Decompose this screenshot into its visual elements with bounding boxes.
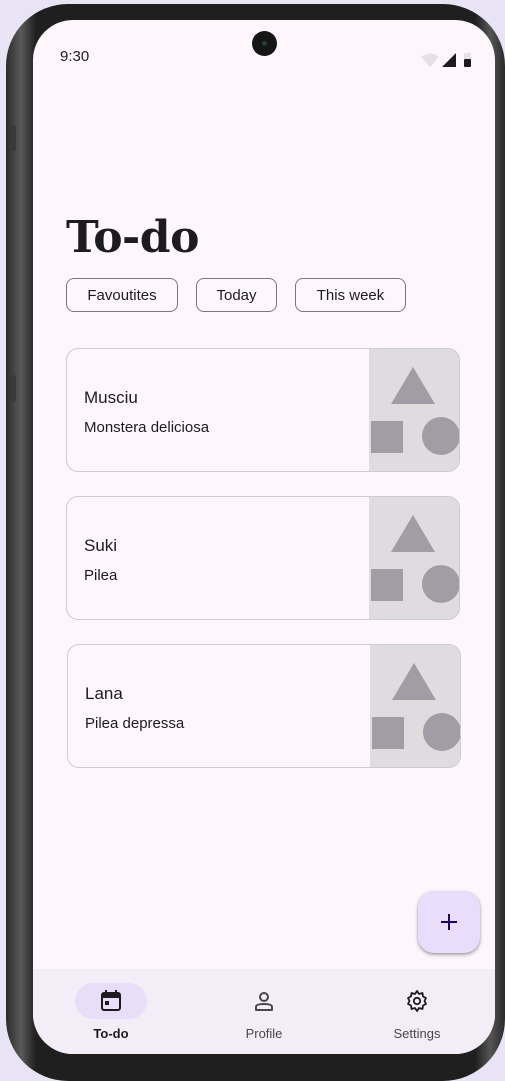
signal-icon [442,53,456,67]
nav-item-profile[interactable]: Profile [204,969,324,1054]
nav-label: Settings [393,1026,441,1041]
plant-card[interactable]: Suki Pilea [66,496,460,620]
phone-side-button [11,375,16,401]
plant-species: Pilea depressa [85,715,185,732]
image-placeholder [369,497,459,619]
plus-icon [441,914,457,930]
front-camera [252,31,277,56]
plant-species: Pilea [84,567,118,584]
image-placeholder [369,349,459,471]
chip-this-week[interactable]: This week [295,278,406,312]
calendar-icon [101,990,121,1011]
nav-label: To-do [93,1026,129,1041]
nav-label: Profile [245,1026,283,1041]
status-bar: 9:30 [33,20,495,80]
add-plant-fab[interactable] [418,891,480,953]
phone-side-button [11,125,16,151]
app-screen: 9:30 To-do Favoutites Today This week Mu… [33,20,495,1054]
plant-species: Monstera deliciosa [84,419,210,436]
plant-name: Musciu [84,388,138,407]
plant-card[interactable]: Musciu Monstera deliciosa [66,348,460,472]
wifi-icon [421,53,439,67]
status-time: 9:30 [60,48,90,65]
shapes-placeholder-icon [371,515,459,603]
status-icons [421,53,471,67]
battery-icon [464,53,471,67]
chip-today[interactable]: Today [196,278,277,312]
bottom-navigation: To-do Profile Settings [33,969,495,1054]
shapes-placeholder-icon [372,663,460,751]
plant-card[interactable]: Lana Pilea depressa [67,644,461,768]
page-title: To-do [66,212,199,263]
person-icon [255,992,273,1011]
chip-favourites[interactable]: Favoutites [66,278,178,312]
nav-item-todo[interactable]: To-do [51,969,171,1054]
gear-icon [407,990,427,1012]
image-placeholder [370,645,460,767]
plant-name: Suki [84,536,118,555]
plant-name: Lana [85,684,123,703]
nav-item-settings[interactable]: Settings [357,969,477,1054]
shapes-placeholder-icon [371,367,459,455]
